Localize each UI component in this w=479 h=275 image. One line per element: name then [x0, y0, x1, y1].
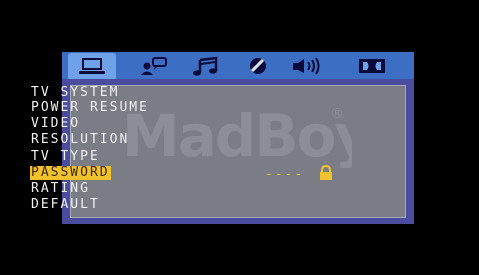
tv-display-icon [79, 58, 105, 74]
menu-item-video[interactable]: VIDEO [31, 117, 80, 131]
tab-digital-setup[interactable] [352, 55, 392, 77]
menu-tab-bar [62, 52, 414, 79]
menu-item-password[interactable]: PASSWORD [30, 166, 111, 180]
music-note-icon [193, 56, 218, 76]
tab-video-setup[interactable] [238, 55, 278, 77]
menu-item-resolution[interactable]: RESOLUTION [31, 133, 129, 147]
password-value: ---- [265, 167, 305, 182]
person-speech-icon [141, 57, 167, 75]
tab-general-setup[interactable] [68, 53, 116, 79]
menu-item-default[interactable]: DEFAULT [31, 198, 100, 212]
speaker-icon [293, 57, 320, 75]
menu-item-tv-type[interactable]: TV TYPE [31, 150, 100, 164]
dolby-icon [359, 59, 385, 73]
disc-icon [250, 58, 266, 74]
tab-language-setup[interactable] [134, 55, 174, 77]
menu-item-power-resume[interactable]: POWER RESUME [31, 101, 149, 115]
menu-item-tv-system[interactable]: TV SYSTEM [31, 86, 119, 100]
tab-speaker-setup[interactable] [288, 55, 328, 77]
menu-item-rating[interactable]: RATING [31, 182, 90, 196]
lock-icon [320, 165, 332, 180]
tab-audio-setup[interactable] [186, 55, 226, 77]
